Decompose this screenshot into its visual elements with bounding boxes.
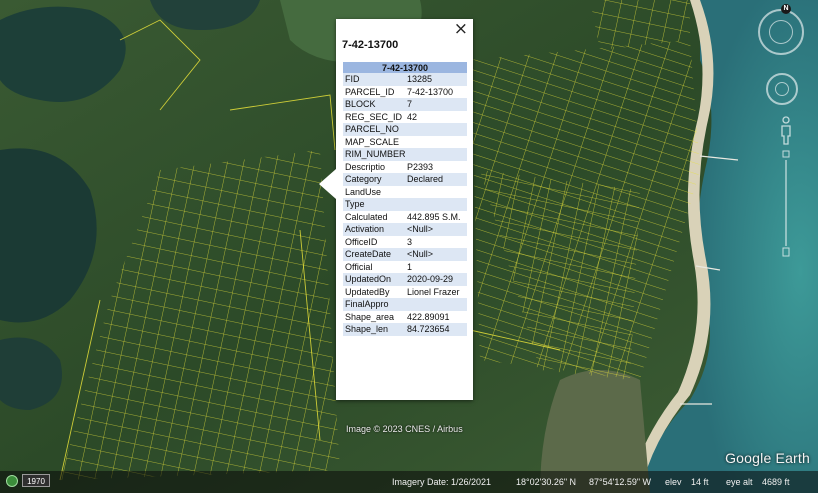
attribute-key: Descriptio [345,161,386,172]
attribute-row: Shape_area 422.89091 [343,311,467,324]
attribute-key: FinalAppro [343,298,405,311]
attribute-key: Calculated [345,211,388,222]
parcel-info-balloon: × 7-42-13700 7-42-13700 FID 13285 PARCEL_I… [319,19,473,400]
attribute-row: RIM_NUMBER [343,148,467,161]
longitude-readout: 87°54'12.59" W [589,477,652,487]
elev-label: elev [665,477,682,487]
attribute-row: OfficeID 3 [343,236,467,249]
attribute-key: Type [343,198,405,211]
attribute-value: 422.89091 [407,311,450,322]
attribute-row: BLOCK 7 [343,98,467,111]
attribute-row: UpdatedOn 2020-09-29 [343,273,467,286]
attribute-row: UpdatedBy Lionel Frazer [343,286,467,299]
attribute-key: Shape_area [345,311,395,322]
attribute-row: FinalAppro [343,298,467,311]
street-view-pegman-icon[interactable] [780,116,792,146]
compass-north-marker[interactable]: N [781,4,791,14]
attribute-row: PARCEL_ID 7-42-13700 [343,86,467,99]
attribute-value: 84.723654 [405,323,467,336]
attribute-key: Shape_len [343,323,405,336]
latitude-readout: 18°02'30.26" N [516,477,577,487]
attribute-value: 7 [405,98,467,111]
attribute-value: <Null> [405,248,467,261]
attribute-row: PARCEL_NO [343,123,467,136]
attribute-value: 13285 [405,73,467,86]
attribute-value: 2020-09-29 [405,273,467,286]
attribute-key: UpdatedOn [343,273,405,286]
attribute-key: BLOCK [343,98,405,111]
attribute-row: Shape_len 84.723654 [343,323,467,336]
eye-alt-value: 4689 ft [762,477,790,487]
attribute-row: Descriptio P2393 [343,161,467,174]
attribute-row: REG_SEC_ID 42 [343,111,467,124]
attribute-key: PARCEL_NO [343,123,405,136]
compass-inner-ring[interactable] [769,20,793,44]
attribute-row: Official 1 [343,261,467,274]
attribute-key: CreateDate [343,248,405,261]
zoom-slider-icon[interactable] [782,150,790,258]
attribute-value: P2393 [407,161,434,172]
attribute-value [405,123,467,136]
attribute-key: LandUse [345,186,382,197]
attribute-table-header: 7-42-13700 [343,62,467,73]
attribute-value: 7-42-13700 [407,86,454,97]
attribute-value: <Null> [405,223,467,236]
attribute-value [405,198,467,211]
attribute-key: OfficeID [345,236,378,247]
attribute-value: 3 [407,236,413,247]
google-earth-logo: Google Earth [725,450,810,466]
look-joystick-icon[interactable] [766,73,798,105]
attribute-key: PARCEL_ID [345,86,395,97]
imagery-date: Imagery Date: 1/26/2021 [392,477,492,487]
eye-alt-label: eye alt [726,477,753,487]
history-year-chip[interactable]: 1970 [22,474,50,487]
attribute-value [405,298,467,311]
attribute-value: 1 [407,261,413,272]
attribute-table: 7-42-13700 FID 13285 PARCEL_ID 7-42-13700 BL… [343,62,467,336]
balloon-pointer [319,169,336,199]
attribute-row: Type [343,198,467,211]
attribute-row: Category Declared [343,173,467,186]
image-credit: Image © 2023 CNES / Airbus [346,424,463,434]
attribute-value: 42 [407,111,418,122]
attribute-row: Activation <Null> [343,223,467,236]
attribute-value [405,136,467,149]
historical-imagery-icon[interactable] [6,475,18,487]
elev-value: 14 ft [691,477,709,487]
attribute-key: MAP_SCALE [345,136,400,147]
balloon-title: 7-42-13700 [342,39,399,51]
attribute-value [405,186,467,199]
attribute-key: REG_SEC_ID [345,111,403,122]
attribute-row: CreateDate <Null> [343,248,467,261]
attribute-key: Activation [343,223,405,236]
attribute-key: UpdatedBy [345,286,390,297]
attribute-row: Calculated 442.895 S.M. [343,211,467,224]
look-joystick-inner[interactable] [775,82,789,96]
attribute-value: 442.895 S.M. [407,211,461,222]
attribute-row: FID 13285 [343,73,467,86]
attribute-value [405,148,467,161]
attribute-value: Declared [405,173,467,186]
attribute-row: MAP_SCALE [343,136,467,149]
status-bar: Imagery Date: 1/26/2021 18°02'30.26" N 8… [0,471,818,493]
attribute-key: FID [343,73,405,86]
close-icon[interactable]: × [454,20,468,38]
attribute-row: LandUse [343,186,467,199]
compass-icon[interactable] [758,9,804,55]
attribute-value: Lionel Frazer [407,286,460,297]
attribute-key: Official [345,261,373,272]
attribute-key: RIM_NUMBER [343,148,405,161]
attribute-key: Category [343,173,405,186]
